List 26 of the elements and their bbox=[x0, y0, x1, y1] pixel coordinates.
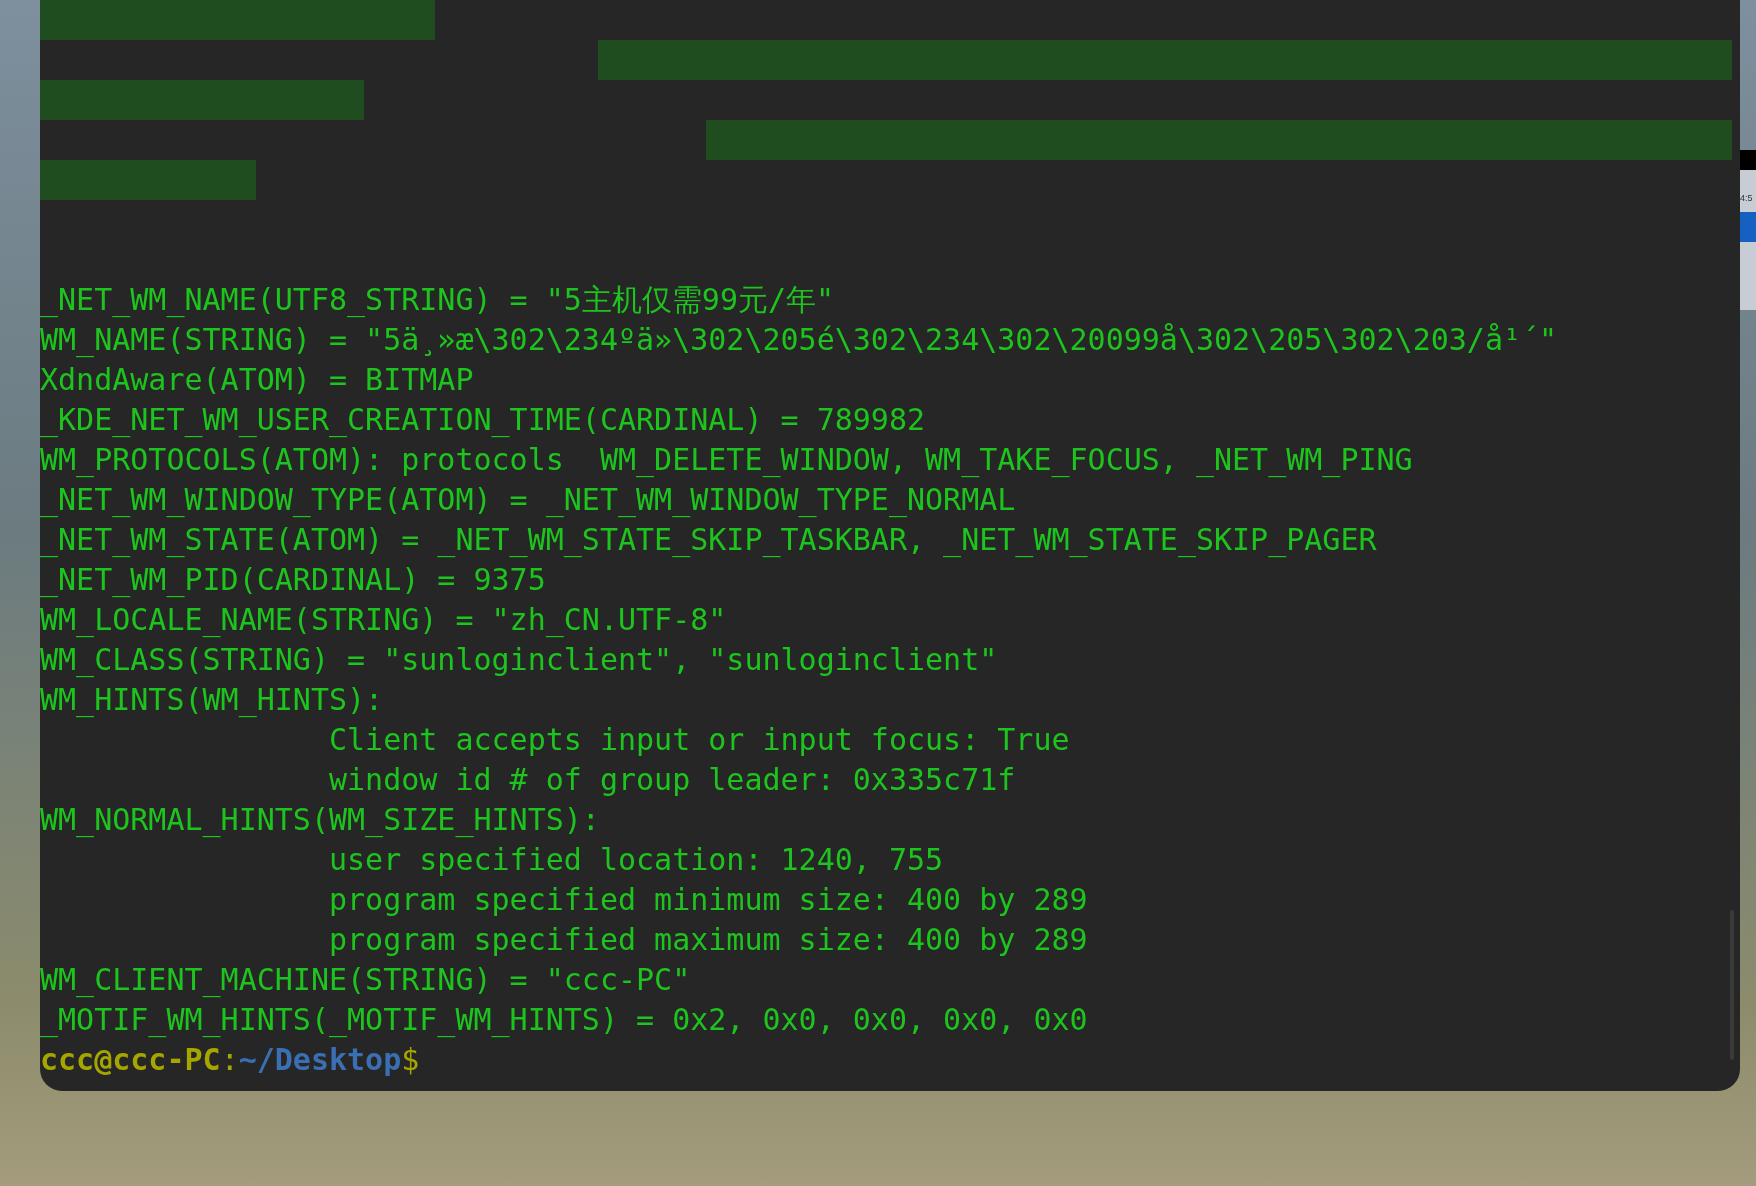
prompt-path: ~/Desktop bbox=[238, 1041, 402, 1079]
output-line: XdndAware(ATOM) = BITMAP bbox=[40, 361, 474, 399]
output-line: _KDE_NET_WM_USER_CREATION_TIME(CARDINAL) = 789982 bbox=[40, 401, 925, 440]
prompt-user-host: ccc@ccc-PC bbox=[40, 1041, 221, 1079]
output-line: _NET_WM_PID(CARDINAL) = 9375 bbox=[40, 561, 546, 600]
output-line: WM_CLIENT_MACHINE(STRING) = "ccc-PC" bbox=[40, 961, 691, 1000]
output-line: WM_CLASS(STRING) = "sunloginclient", "sunloginclient" bbox=[40, 641, 998, 680]
output-line: WM_HINTS(WM_HINTS): bbox=[40, 681, 384, 720]
output-line: program specified maximum size: 400 by 289 bbox=[329, 921, 1088, 959]
output-line: WM_NORMAL_HINTS(WM_SIZE_HINTS): bbox=[40, 801, 600, 840]
output-line: WM_NAME(STRING) = "5ä¸»æ\302\234ºä»\302\205é\302\234\302\20099å\302\205\302\203/å¹´" bbox=[40, 321, 1558, 360]
output-line: _MOTIF_WM_HINTS(_MOTIF_WM_HINTS) = 0x2, 0x0, 0x0, 0x0, 0x0 bbox=[40, 1001, 1088, 1040]
output-line: _NET_WM_NAME(UTF8_STRING) = "5主机仅需99元/年" bbox=[40, 281, 835, 320]
side-window-text: 4:5 bbox=[1740, 192, 1754, 204]
window-titlebar bbox=[1740, 150, 1756, 170]
output-line: _NET_WM_WINDOW_TYPE(ATOM) = _NET_WM_WINDOW_TYPE_NORMAL bbox=[40, 481, 1016, 520]
output-line: window id # of group leader: 0x335c71f bbox=[329, 761, 1016, 799]
output-line: WM_PROTOCOLS(ATOM): protocols WM_DELETE_WINDOW, WM_TAKE_FOCUS, _NET_WM_PING bbox=[40, 441, 1413, 480]
output-line: user specified location: 1240, 755 bbox=[329, 841, 944, 879]
output-line: program specified minimum size: 400 by 289 bbox=[329, 881, 1088, 919]
window-panel bbox=[1740, 212, 1756, 242]
output-line: Client accepts input or input focus: True bbox=[329, 721, 1070, 759]
prompt-symbol: $ bbox=[401, 1041, 420, 1079]
output-line: WM_LOCALE_NAME(STRING) = "zh_CN.UTF-8" bbox=[40, 601, 727, 640]
output-line: _NET_WM_STATE(ATOM) = _NET_WM_STATE_SKIP_TASKBAR, _NET_WM_STATE_SKIP_PAGER bbox=[40, 521, 1377, 560]
prompt-separator: : bbox=[220, 1041, 239, 1079]
